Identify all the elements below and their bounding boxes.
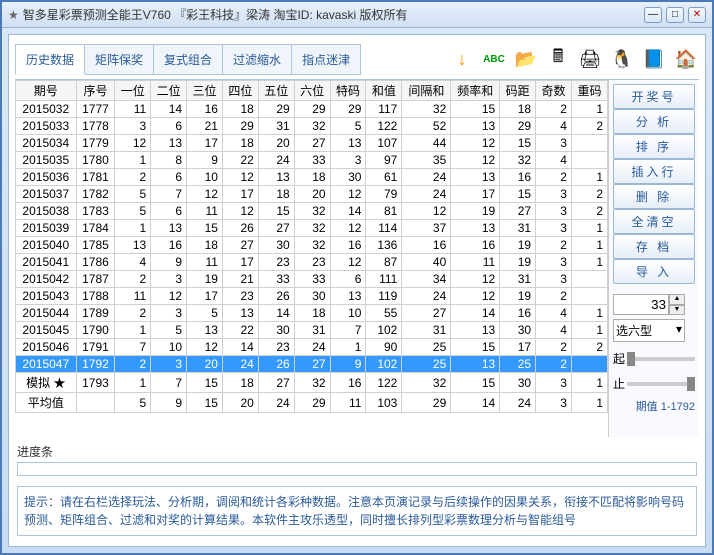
data-table-wrap[interactable]: 期号序号一位二位三位四位五位六位特码和值间隔和频率和码距奇数重码 2015032… bbox=[15, 80, 609, 437]
tab-4[interactable]: 指点迷津 bbox=[291, 44, 361, 75]
table-row[interactable]: 201503217771114161829292911732151821 bbox=[16, 101, 608, 118]
slider-end-label: 止 bbox=[613, 375, 625, 392]
toolbar: 历史数据矩阵保奖复式组合过滤缩水指点迷津 ↓ABC📂🖩🖨🐧📘🏠 bbox=[15, 41, 699, 77]
type-combo[interactable]: 选六型 ▾ bbox=[613, 319, 685, 342]
column-header[interactable]: 特码 bbox=[330, 81, 366, 101]
tab-2[interactable]: 复式组合 bbox=[153, 44, 223, 75]
qq-icon[interactable]: 🐧 bbox=[609, 46, 635, 72]
column-header[interactable]: 期号 bbox=[16, 81, 77, 101]
column-header[interactable]: 奇数 bbox=[536, 81, 572, 101]
main-window: ★ 智多星彩票预测全能王V760 『彩王科技』梁涛 淘宝ID: kavaski … bbox=[0, 0, 714, 555]
down-arrow-icon[interactable]: ↓ bbox=[449, 46, 475, 72]
action-button[interactable]: 存 档 bbox=[613, 234, 695, 259]
right-panel: 开奖号分 析排 序插入行删 除全清空存 档导 入 ▲ ▼ 选六型 ▾ 起 bbox=[609, 80, 699, 437]
column-header[interactable]: 码距 bbox=[500, 81, 536, 101]
chevron-down-icon: ▾ bbox=[676, 322, 682, 339]
progress-label: 进度条 bbox=[17, 443, 697, 460]
table-row[interactable]: 20150341779121317182027131074412153 bbox=[16, 135, 608, 152]
action-button[interactable]: 导 入 bbox=[613, 259, 695, 284]
table-row[interactable]: 201503717825712171820127924171532 bbox=[16, 186, 608, 203]
column-header[interactable]: 和值 bbox=[366, 81, 402, 101]
close-button[interactable]: ✕ bbox=[688, 7, 706, 23]
action-button[interactable]: 分 析 bbox=[613, 109, 695, 134]
table-row[interactable]: 201503617812610121318306124131621 bbox=[16, 169, 608, 186]
minimize-button[interactable]: — bbox=[644, 7, 662, 23]
column-header[interactable]: 六位 bbox=[294, 81, 330, 101]
spinner-down[interactable]: ▼ bbox=[669, 305, 685, 316]
maximize-button[interactable]: □ bbox=[666, 7, 684, 23]
action-button[interactable]: 开奖号 bbox=[613, 84, 695, 109]
action-button[interactable]: 全清空 bbox=[613, 209, 695, 234]
table-row[interactable]: 201503517801892224333973512324 bbox=[16, 152, 608, 169]
table-row[interactable]: 20150471792232024262791022513252 bbox=[16, 356, 608, 373]
book-icon[interactable]: 📘 bbox=[641, 46, 667, 72]
table-row[interactable]: 模拟 ★179317151827321612232153031 bbox=[16, 373, 608, 393]
table-row[interactable]: 201504017851316182730321613616161921 bbox=[16, 237, 608, 254]
progress-bar bbox=[17, 462, 697, 476]
titlebar: ★ 智多星彩票预测全能王V760 『彩王科技』梁涛 淘宝ID: kavaski … bbox=[2, 2, 712, 28]
table-row[interactable]: 平均值59152024291110329142431 bbox=[16, 393, 608, 413]
table-row[interactable]: 20150391784113152627321211437133131 bbox=[16, 220, 608, 237]
column-header[interactable]: 序号 bbox=[76, 81, 115, 101]
tab-3[interactable]: 过滤缩水 bbox=[222, 44, 292, 75]
column-header[interactable]: 二位 bbox=[151, 81, 187, 101]
column-header[interactable]: 频率和 bbox=[451, 81, 500, 101]
calc-icon[interactable]: 🖩 bbox=[545, 46, 571, 72]
open-icon[interactable]: 📂 bbox=[513, 46, 539, 72]
column-header[interactable]: 四位 bbox=[222, 81, 258, 101]
number-spinner[interactable]: ▲ ▼ bbox=[613, 294, 695, 315]
tab-0[interactable]: 历史数据 bbox=[15, 44, 85, 75]
tab-1[interactable]: 矩阵保奖 bbox=[84, 44, 154, 75]
data-table: 期号序号一位二位三位四位五位六位特码和值间隔和频率和码距奇数重码 2015032… bbox=[15, 80, 608, 413]
range-info: 期值 1-1792 bbox=[613, 398, 695, 414]
slider-start-label: 起 bbox=[613, 350, 625, 367]
app-icon: ★ bbox=[8, 8, 19, 22]
table-row[interactable]: 201503317783621293132512252132942 bbox=[16, 118, 608, 135]
table-row[interactable]: 201504117864911172323128740111931 bbox=[16, 254, 608, 271]
abc-check-icon[interactable]: ABC bbox=[481, 46, 507, 72]
hint-text: 提示：请在右栏选择玩法、分析期，调阅和统计各彩种数据。注意本页演记录与后续操作的… bbox=[17, 486, 697, 536]
column-header[interactable]: 一位 bbox=[115, 81, 151, 101]
end-slider[interactable] bbox=[627, 382, 695, 386]
table-row[interactable]: 201503817835611121532148112192732 bbox=[16, 203, 608, 220]
column-header[interactable]: 五位 bbox=[258, 81, 294, 101]
action-button[interactable]: 删 除 bbox=[613, 184, 695, 209]
column-header[interactable]: 间隔和 bbox=[402, 81, 451, 101]
spinner-up[interactable]: ▲ bbox=[669, 294, 685, 305]
spinner-input[interactable] bbox=[613, 294, 669, 315]
column-header[interactable]: 重码 bbox=[571, 81, 607, 101]
table-row[interactable]: 20150421787231921333361113412313 bbox=[16, 271, 608, 288]
table-row[interactable]: 201504617917101214232419025151722 bbox=[16, 339, 608, 356]
table-row[interactable]: 20150441789235131418105527141641 bbox=[16, 305, 608, 322]
table-row[interactable]: 201504517901513223031710231133041 bbox=[16, 322, 608, 339]
table-row[interactable]: 20150431788111217232630131192412192 bbox=[16, 288, 608, 305]
action-button[interactable]: 插入行 bbox=[613, 159, 695, 184]
print-icon[interactable]: 🖨 bbox=[577, 46, 603, 72]
start-slider[interactable] bbox=[627, 357, 695, 361]
home-icon[interactable]: 🏠 bbox=[673, 46, 699, 72]
column-header[interactable]: 三位 bbox=[187, 81, 223, 101]
action-button[interactable]: 排 序 bbox=[613, 134, 695, 159]
window-title: 智多星彩票预测全能王V760 『彩王科技』梁涛 淘宝ID: kavaski 版权… bbox=[23, 6, 644, 23]
